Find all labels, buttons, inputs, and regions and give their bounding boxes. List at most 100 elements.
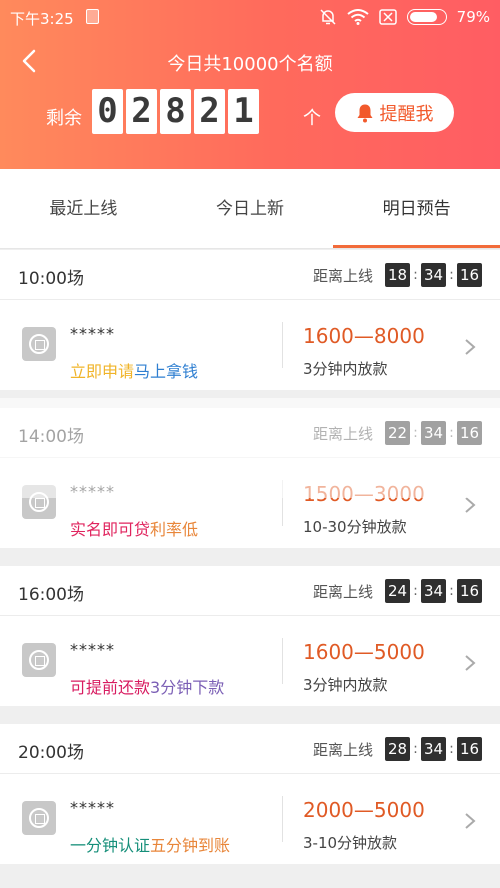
session-block: 16:00场 距离上线 24 : 34 : 16 ***** 可提前还款3分钟下… [0, 566, 500, 706]
loan-amount-range: 1500—3000 [303, 482, 425, 506]
countdown-colon: : [449, 267, 454, 283]
status-time: 下午3:25 [10, 10, 74, 28]
countdown-seconds: 16 [457, 421, 482, 445]
status-bar: 下午3:25 79% [0, 0, 500, 34]
product-logo-icon [22, 485, 56, 519]
countdown-seconds: 16 [457, 737, 482, 761]
countdown-hours: 18 [385, 263, 410, 287]
countdown-minutes: 34 [421, 737, 446, 761]
loan-amount-range: 1600—8000 [303, 324, 425, 348]
product-row[interactable]: ***** 一分钟认证五分钟到账 2000—5000 3-10分钟放款 [0, 774, 500, 864]
tab-label: 今日上新 [216, 199, 284, 219]
product-logo-icon [22, 801, 56, 835]
countdown-hours: 28 [385, 737, 410, 761]
chevron-right-icon [465, 339, 476, 355]
tab-bar: 最近上线 今日上新 明日预告 [0, 169, 500, 249]
remaining-counter: 0 2 8 2 1 [92, 89, 259, 134]
tab-recent[interactable]: 最近上线 [0, 169, 167, 248]
countdown-seconds: 16 [457, 263, 482, 287]
countdown-label: 距离上线 [312, 740, 373, 759]
tab-label: 明日预告 [382, 199, 451, 219]
countdown-label: 距离上线 [312, 266, 373, 285]
countdown-label: 距离上线 [312, 424, 373, 443]
no-sim-icon [378, 9, 397, 25]
divider [282, 638, 283, 684]
divider [282, 322, 283, 368]
payout-time: 10-30分钟放款 [303, 518, 407, 536]
bell-icon [357, 104, 372, 122]
product-tag-1: 立即申请 [70, 362, 135, 381]
page-title: 今日共10000个名额 [167, 54, 333, 75]
divider [282, 796, 283, 842]
session-time: 20:00场 [18, 743, 84, 763]
session-header: 14:00场 距离上线 22 : 34 : 16 [0, 408, 500, 458]
sim-card-icon [86, 9, 99, 24]
product-tags: 实名即可贷利率低 [70, 516, 198, 540]
payout-time: 3-10分钟放款 [303, 834, 398, 852]
product-name: ***** [70, 798, 115, 817]
countdown-colon: : [413, 741, 418, 757]
product-name: ***** [70, 640, 115, 659]
loan-amount-range: 1600—5000 [303, 640, 425, 664]
session-block: 14:00场 距离上线 22 : 34 : 16 ***** 实名即可贷利率低 … [0, 408, 500, 548]
countdown-label: 距离上线 [312, 582, 373, 601]
product-logo-icon [22, 327, 56, 361]
product-tag-2: 马上拿钱 [134, 362, 199, 381]
product-tag-1: 一分钟认证 [70, 836, 151, 855]
product-row[interactable]: ***** 可提前还款3分钟下款 1600—5000 3分钟内放款 [0, 616, 500, 706]
product-name: ***** [70, 324, 115, 343]
countdown: 距离上线 22 : 34 : 16 [313, 421, 482, 445]
countdown-colon: : [413, 583, 418, 599]
remind-me-button[interactable]: 提醒我 [335, 93, 454, 132]
countdown-colon: : [449, 583, 454, 599]
header: 下午3:25 79% 今日共10000个名额 剩余 0 2 8 2 1 个 提醒… [0, 0, 500, 169]
countdown-colon: : [449, 425, 454, 441]
tab-tomorrow-preview[interactable]: 明日预告 [333, 169, 500, 248]
battery-percent: 79% [456, 8, 490, 26]
session-header: 16:00场 距离上线 24 : 34 : 16 [0, 566, 500, 616]
product-tag-1: 实名即可贷 [70, 520, 151, 539]
counter-digit: 1 [228, 89, 259, 134]
tab-today-new[interactable]: 今日上新 [167, 169, 334, 248]
countdown-colon: : [449, 741, 454, 757]
muted-bell-icon [320, 9, 336, 25]
chevron-right-icon [465, 655, 476, 671]
session-header: 10:00场 距离上线 18 : 34 : 16 [0, 250, 500, 300]
session-time: 16:00场 [18, 585, 84, 605]
countdown-minutes: 34 [421, 263, 446, 287]
product-tag-2: 3分钟下款 [150, 678, 225, 697]
battery-icon [406, 9, 447, 25]
session-time: 14:00场 [18, 427, 84, 447]
remain-label: 剩余 [46, 108, 82, 129]
wifi-icon [347, 9, 369, 25]
counter-digit: 2 [194, 89, 225, 134]
chevron-right-icon [465, 813, 476, 829]
product-tags: 立即申请马上拿钱 [70, 358, 198, 382]
counter-digit: 0 [92, 89, 123, 134]
countdown-hours: 24 [385, 579, 410, 603]
countdown-hours: 22 [385, 421, 410, 445]
chevron-right-icon [465, 497, 476, 513]
product-tags: 一分钟认证五分钟到账 [70, 832, 230, 856]
countdown-colon: : [413, 425, 418, 441]
remind-me-label: 提醒我 [379, 103, 434, 125]
countdown-minutes: 34 [421, 421, 446, 445]
countdown: 距离上线 28 : 34 : 16 [313, 737, 482, 761]
product-tag-2: 利率低 [150, 520, 199, 539]
product-row[interactable]: ***** 立即申请马上拿钱 1600—8000 3分钟内放款 [0, 300, 500, 390]
counter-digit: 2 [126, 89, 157, 134]
countdown: 距离上线 24 : 34 : 16 [313, 579, 482, 603]
product-row[interactable]: ***** 实名即可贷利率低 1500—3000 10-30分钟放款 [0, 458, 500, 548]
product-tag-2: 五分钟到账 [150, 836, 231, 855]
session-block: 20:00场 距离上线 28 : 34 : 16 ***** 一分钟认证五分钟到… [0, 724, 500, 864]
counter-unit: 个 [303, 108, 321, 129]
product-tags: 可提前还款3分钟下款 [70, 674, 224, 698]
loan-amount-range: 2000—5000 [303, 798, 425, 822]
countdown-colon: : [413, 267, 418, 283]
product-logo-icon [22, 643, 56, 677]
payout-time: 3分钟内放款 [303, 676, 388, 694]
product-name: ***** [70, 482, 115, 501]
countdown: 距离上线 18 : 34 : 16 [313, 263, 482, 287]
divider [282, 480, 283, 526]
session-time: 10:00场 [18, 269, 84, 289]
